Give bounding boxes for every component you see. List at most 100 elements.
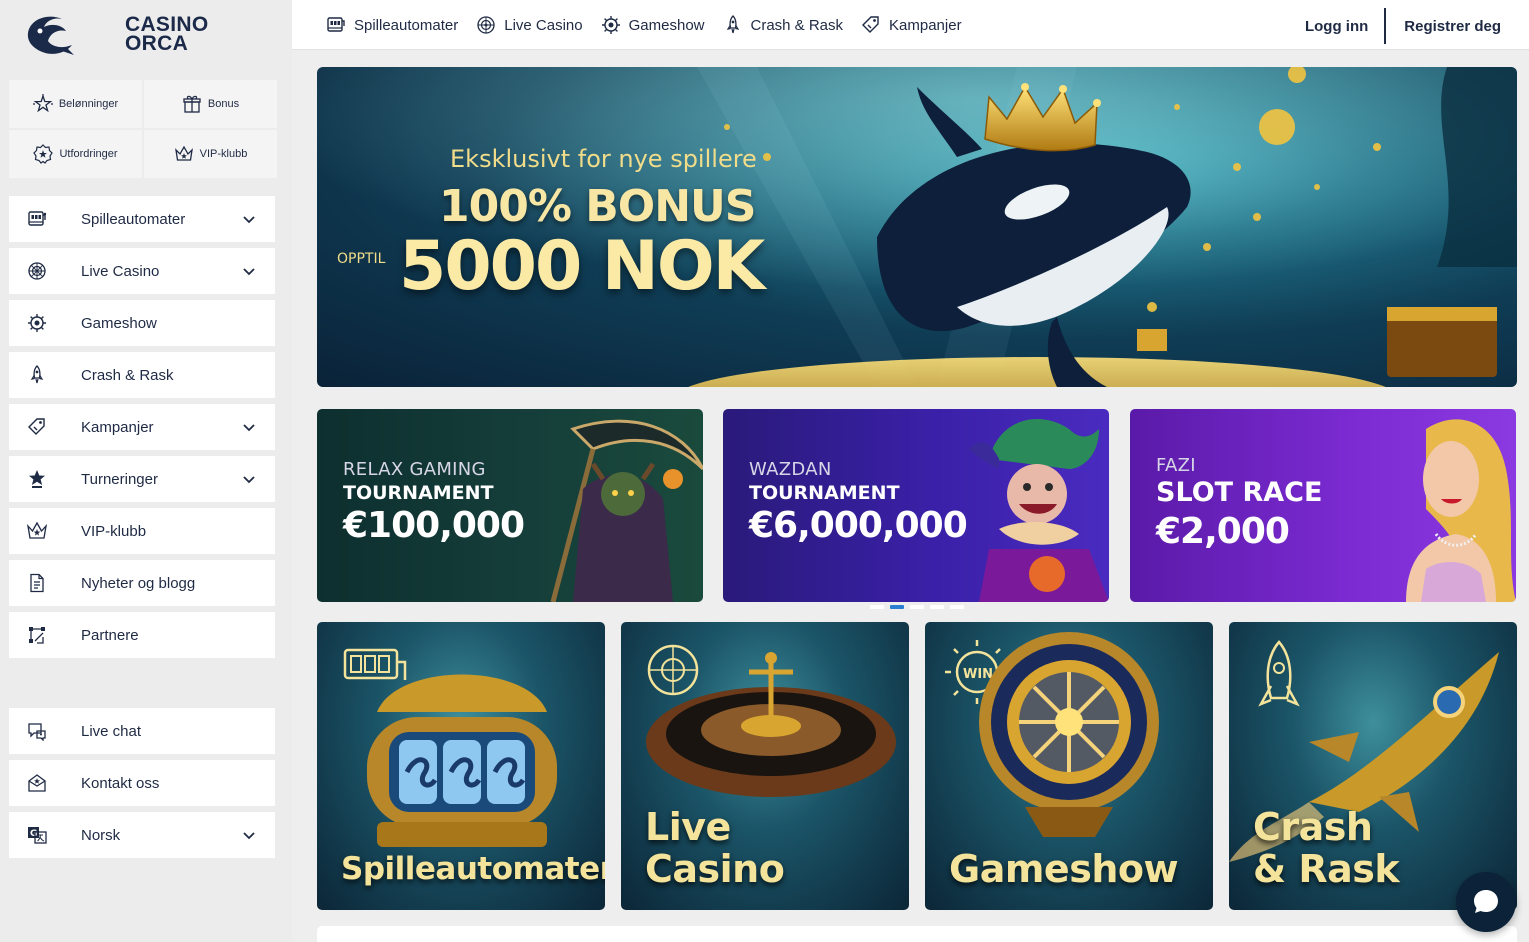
carousel-dot[interactable] — [930, 605, 944, 609]
promo-card-wazdan[interactable]: WAZDAN TOURNAMENT €6,000,000 — [723, 409, 1109, 602]
promo-prize: €100,000 — [343, 505, 525, 546]
promo-card-fazi[interactable]: FAZI SLOT RACE €2,000 — [1130, 409, 1516, 602]
reaper-illustration — [550, 419, 703, 602]
hero-amount: 5000 NOK — [399, 227, 765, 306]
category-tile-label: Gameshow — [949, 847, 1179, 891]
chevron-down-icon[interactable] — [241, 211, 257, 227]
rocket-icon — [30, 365, 44, 384]
sidebar-item-promotions[interactable]: Kampanjer — [9, 404, 275, 450]
sidebar-item-vip[interactable]: VIP-klubb — [9, 508, 275, 554]
chevron-down-icon[interactable] — [241, 263, 257, 279]
top-nav: Spilleautomater Live Casino Gameshow Cra… — [326, 15, 962, 35]
category-tile-label-line2: & Rask — [1253, 847, 1400, 891]
quick-link-challenges[interactable]: Utfordringer — [9, 130, 142, 178]
star-burst-icon — [32, 94, 53, 113]
hero-headline: 100% BONUS — [439, 181, 756, 232]
category-tile-slots[interactable]: Spilleautomater — [317, 622, 605, 910]
trophy-icon — [29, 470, 45, 488]
category-tile-label-line2: Casino — [645, 847, 785, 891]
tag-icon — [862, 16, 879, 33]
chat-icon — [28, 723, 46, 741]
promo-provider: RELAX GAMING — [343, 459, 486, 480]
sidebar: CASINO ORCA Belønninger Bonus Utfordring… — [0, 0, 292, 942]
promo-provider: WAZDAN — [749, 459, 832, 480]
tag-icon — [28, 418, 45, 435]
hero-subtitle: Eksklusivt for nye spillere — [450, 145, 757, 173]
promo-card-relax[interactable]: RELAX GAMING TOURNAMENT €100,000 — [317, 409, 703, 602]
sidebar-item-live-casino[interactable]: Live Casino — [9, 248, 275, 294]
sidebar-item-slots[interactable]: Spilleautomater — [9, 196, 275, 242]
carousel-dot[interactable] — [910, 605, 924, 609]
sidebar-item-label: Turneringer — [81, 470, 158, 488]
sidebar-item-partners[interactable]: Partnere — [9, 612, 275, 658]
register-button[interactable]: Registrer deg — [1386, 18, 1501, 35]
carousel-dot[interactable] — [870, 605, 884, 609]
sidebar-item-label: Kontakt oss — [81, 774, 160, 792]
topnav-label: Crash & Rask — [750, 16, 844, 34]
category-tile-gameshow[interactable]: WIN Gameshow — [925, 622, 1213, 910]
sidebar-item-label: Norsk — [81, 826, 121, 844]
topnav-live-casino[interactable]: Live Casino — [476, 15, 583, 35]
woman-illustration — [1406, 419, 1516, 602]
crown-icon — [27, 521, 47, 539]
promo-provider: FAZI — [1156, 455, 1196, 476]
sidebar-item-label: Live chat — [81, 722, 142, 740]
topnav-crash[interactable]: Crash & Rask — [723, 15, 844, 35]
badge-star-icon — [33, 144, 54, 164]
promo-type: TOURNAMENT — [343, 482, 494, 504]
slot-machine-icon — [28, 211, 47, 226]
promo-type: TOURNAMENT — [749, 482, 900, 504]
sidebar-item-gameshow[interactable]: Gameshow — [9, 300, 275, 346]
brand-logo[interactable]: CASINO ORCA — [22, 10, 242, 60]
sidebar-support-nav: Live chat Kontakt oss G Norsk — [9, 708, 275, 864]
topnav-gameshow[interactable]: Gameshow — [601, 15, 705, 35]
quick-link-label: Bonus — [207, 98, 240, 110]
sidebar-item-label: Gameshow — [81, 314, 157, 332]
providers-strip — [317, 926, 1517, 942]
jester-illustration — [969, 419, 1109, 602]
chevron-down-icon[interactable] — [241, 471, 257, 487]
orca-logo-icon — [27, 16, 74, 55]
sidebar-item-crash[interactable]: Crash & Rask — [9, 352, 275, 398]
category-tile-live-casino[interactable]: Live Casino — [621, 622, 909, 910]
category-tile-label-line1: Live — [645, 805, 731, 849]
wheel-icon — [601, 16, 620, 34]
login-button[interactable]: Logg inn — [1305, 8, 1387, 44]
topnav-label: Spilleautomater — [354, 16, 459, 34]
topnav-label: Live Casino — [504, 16, 583, 34]
carousel-dot[interactable] — [950, 605, 964, 609]
gift-icon — [183, 95, 201, 113]
sidebar-nav: Spilleautomater Live Casino Gameshow Cra… — [9, 196, 275, 664]
mail-icon — [28, 774, 46, 792]
document-icon — [30, 573, 44, 593]
quick-link-bonus[interactable]: Bonus — [144, 80, 277, 128]
promo-type: SLOT RACE — [1156, 477, 1323, 508]
crown-icon — [174, 145, 193, 161]
category-tile-label: Spilleautomater — [341, 851, 605, 887]
sidebar-item-label: Live Casino — [81, 262, 160, 280]
sidebar-item-live-chat[interactable]: Live chat — [9, 708, 275, 754]
svg-text:WIN: WIN — [963, 667, 993, 682]
sidebar-item-tournaments[interactable]: Turneringer — [9, 456, 275, 502]
category-tile-crash[interactable]: Crash & Rask — [1229, 622, 1517, 910]
carousel-dot[interactable] — [890, 605, 904, 609]
chevron-down-icon[interactable] — [241, 827, 257, 843]
topnav-label: Gameshow — [628, 16, 705, 34]
language-icon: G — [28, 827, 47, 844]
topnav-slots[interactable]: Spilleautomater — [326, 15, 458, 35]
sidebar-item-label: Nyheter og blogg — [81, 574, 196, 592]
quick-link-vip[interactable]: VIP-klubb — [144, 130, 277, 178]
sidebar-item-language[interactable]: G Norsk — [9, 812, 275, 858]
sidebar-item-news[interactable]: Nyheter og blogg — [9, 560, 275, 606]
chat-launcher-button[interactable] — [1456, 872, 1516, 932]
topnav-promotions[interactable]: Kampanjer — [861, 15, 962, 35]
sidebar-item-contact[interactable]: Kontakt oss — [9, 760, 275, 806]
sidebar-item-label: Partnere — [81, 626, 139, 644]
chevron-down-icon[interactable] — [241, 419, 257, 435]
hero-banner[interactable]: Eksklusivt for nye spillere 100% BONUS O… — [317, 67, 1517, 387]
category-tile-label-line1: Crash — [1253, 805, 1373, 849]
quick-links: Belønninger Bonus Utfordringer VIP-klubb — [9, 80, 277, 178]
quick-link-label: Belønninger — [58, 98, 119, 110]
sidebar-item-label: VIP-klubb — [81, 522, 147, 540]
quick-link-rewards[interactable]: Belønninger — [9, 80, 142, 128]
